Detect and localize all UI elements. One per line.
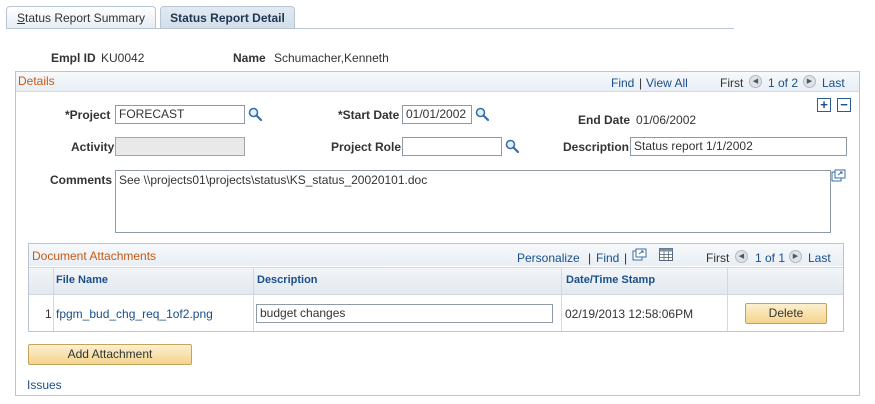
attachment-description-input[interactable]: budget changes — [256, 304, 553, 323]
add-attachment-button[interactable]: Add Attachment — [28, 344, 192, 365]
project-input[interactable]: FORECAST — [115, 105, 245, 124]
personalize-link[interactable]: Personalize — [517, 251, 580, 265]
view-all-window-icon[interactable] — [632, 248, 647, 261]
comments-label: Comments — [50, 173, 113, 187]
details-range: 1 of 2 — [768, 76, 799, 90]
start-date-label: *Start Date — [338, 108, 400, 122]
details-next-icon[interactable]: ▶ — [803, 75, 816, 88]
delete-row-button[interactable]: − — [837, 98, 851, 112]
description-input[interactable]: Status report 1/1/2002 — [630, 137, 847, 156]
project-role-lookup-icon[interactable] — [505, 139, 519, 153]
details-nav-separator: | — [639, 76, 643, 90]
details-first-label: First — [720, 76, 744, 90]
empl-id-label: Empl ID — [51, 51, 96, 65]
tab-status-report-detail[interactable]: Status Report Detail — [160, 6, 295, 28]
start-date-lookup-icon[interactable] — [475, 107, 489, 121]
end-date-label: End Date — [578, 113, 631, 127]
project-role-label: Project Role — [331, 140, 402, 154]
attachments-next-icon[interactable]: ▶ — [789, 250, 802, 263]
project-lookup-icon[interactable] — [248, 107, 262, 121]
attachment-timestamp: 02/19/2013 12:58:06PM — [565, 307, 694, 321]
file-name-link[interactable]: fpgm_bud_chg_req_1of2.png — [56, 307, 213, 321]
table-row: 1 fpgm_bud_chg_req_1of2.png budget chang… — [29, 294, 843, 331]
tab-status-report-summary[interactable]: Status Report Summary — [6, 6, 156, 28]
comments-textarea[interactable]: See \\projects01\projects\status\KS_stat… — [115, 170, 831, 233]
end-date-value: 01/06/2002 — [636, 113, 697, 127]
col-header-description[interactable]: Description — [257, 274, 318, 286]
start-date-input[interactable]: 01/01/2002 — [402, 105, 472, 124]
details-title: Details — [18, 74, 55, 88]
issues-link[interactable]: Issues — [27, 378, 62, 392]
attachments-first-label: First — [706, 251, 730, 265]
activity-label: Activity — [71, 140, 115, 154]
attachments-find-link[interactable]: Find — [596, 251, 619, 265]
col-header-file-name[interactable]: File Name — [56, 274, 108, 286]
name-label: Name — [233, 51, 266, 65]
name-value: Schumacher,Kenneth — [274, 51, 389, 65]
add-row-button[interactable]: + — [817, 98, 831, 112]
row-number: 1 — [45, 307, 52, 321]
attachments-last-link[interactable]: Last — [808, 251, 831, 265]
attachments-prev-icon[interactable]: ◀ — [735, 250, 748, 263]
download-grid-icon[interactable] — [659, 248, 673, 261]
attachments-separator-2: | — [624, 251, 628, 265]
activity-input — [115, 137, 245, 156]
col-header-timestamp[interactable]: Date/Time Stamp — [566, 274, 655, 286]
empl-id-value: KU0042 — [101, 51, 145, 65]
details-view-all-link[interactable]: View All — [646, 76, 688, 90]
expand-comments-icon[interactable] — [831, 169, 846, 182]
attachments-separator-1: | — [588, 251, 592, 265]
details-prev-icon[interactable]: ◀ — [749, 75, 762, 88]
attachments-range: 1 of 1 — [755, 251, 786, 265]
tab-summary-underlined-letter: S — [16, 11, 25, 25]
project-role-input[interactable] — [402, 137, 502, 156]
details-find-link[interactable]: Find — [611, 76, 634, 90]
tab-summary-label: tatus Report Summary — [24, 11, 146, 25]
project-label: *Project — [65, 108, 111, 122]
tab-divider — [6, 28, 734, 29]
attachments-title: Document Attachments — [32, 249, 157, 263]
details-last-link[interactable]: Last — [822, 76, 845, 90]
delete-attachment-button[interactable]: Delete — [745, 303, 827, 324]
description-label: Description — [563, 140, 630, 154]
attachments-column-header-row — [29, 267, 843, 295]
